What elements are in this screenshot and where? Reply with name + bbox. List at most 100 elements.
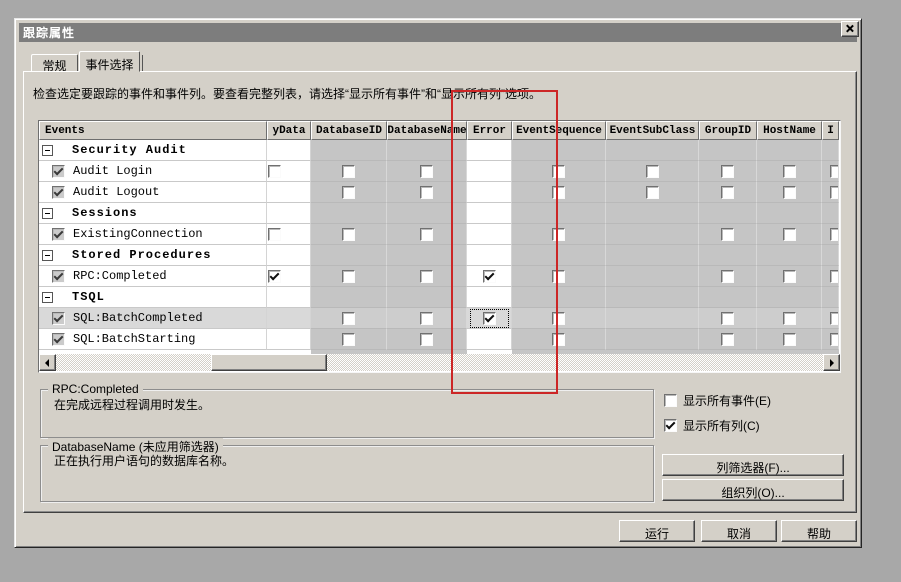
cancel-button[interactable]: 取消 <box>701 520 777 542</box>
event-enabled-checkbox[interactable] <box>52 333 65 346</box>
iCol-checkbox[interactable] <box>830 312 839 325</box>
databaseID-checkbox[interactable] <box>342 270 355 283</box>
cancel-button-label: 取消 <box>727 527 751 541</box>
close-icon <box>846 25 853 32</box>
event-row[interactable]: ExistingConnection <box>39 224 840 245</box>
collapse-minus-icon[interactable] <box>42 250 53 261</box>
collapse-minus-icon[interactable] <box>42 292 53 303</box>
iCol-checkbox[interactable] <box>830 270 839 283</box>
event-row[interactable]: SQL:BatchCompleted <box>39 308 840 329</box>
cell-error <box>467 161 512 182</box>
groupID-checkbox[interactable] <box>721 165 734 178</box>
eventSequence-checkbox[interactable] <box>552 165 565 178</box>
show-all-columns-checkbox[interactable] <box>664 419 677 432</box>
cell-events: RPC:Completed <box>39 266 267 287</box>
category-label: Stored Procedures <box>72 248 211 262</box>
eventSequence-checkbox[interactable] <box>552 228 565 241</box>
tab-events-selection[interactable]: 事件选择 <box>79 51 140 72</box>
eventSequence-checkbox[interactable] <box>552 312 565 325</box>
cell-eventSubClass <box>606 203 699 224</box>
databaseID-checkbox[interactable] <box>342 186 355 199</box>
groupID-checkbox[interactable] <box>721 186 734 199</box>
yData-checkbox[interactable] <box>268 228 281 241</box>
error-checkbox[interactable] <box>483 270 496 283</box>
error-checkbox[interactable] <box>483 312 496 325</box>
event-enabled-checkbox[interactable] <box>52 228 65 241</box>
cell-events: Stored Procedures <box>39 245 267 266</box>
show-all-columns-option[interactable]: 显示所有列(C) <box>664 417 760 434</box>
event-enabled-checkbox[interactable] <box>52 270 65 283</box>
hostName-checkbox[interactable] <box>783 165 796 178</box>
events-grid: EventsyDataDatabaseIDDatabaseNameErrorEv… <box>38 120 841 373</box>
iCol-checkbox[interactable] <box>830 228 839 241</box>
iCol-checkbox[interactable] <box>830 333 839 346</box>
category-row[interactable]: Security Audit <box>39 140 840 161</box>
databaseName-checkbox[interactable] <box>420 165 433 178</box>
event-enabled-checkbox[interactable] <box>52 312 65 325</box>
event-row[interactable]: Audit Login <box>39 161 840 182</box>
show-all-events-option[interactable]: 显示所有事件(E) <box>664 392 771 409</box>
category-row[interactable]: TSQL <box>39 287 840 308</box>
databaseID-checkbox[interactable] <box>342 165 355 178</box>
groupID-checkbox[interactable] <box>721 333 734 346</box>
hostName-checkbox[interactable] <box>783 186 796 199</box>
event-enabled-checkbox[interactable] <box>52 165 65 178</box>
column-filters-button[interactable]: 列筛选器(F)... <box>662 454 844 476</box>
category-row[interactable]: Stored Procedures <box>39 245 840 266</box>
hostName-checkbox[interactable] <box>783 270 796 283</box>
databaseName-checkbox[interactable] <box>420 270 433 283</box>
iCol-checkbox[interactable] <box>830 186 839 199</box>
event-description-text: 在完成远程过程调用时发生。 <box>54 396 645 413</box>
groupID-checkbox[interactable] <box>721 270 734 283</box>
eventSequence-checkbox[interactable] <box>552 333 565 346</box>
yData-checkbox[interactable] <box>268 165 281 178</box>
databaseName-checkbox[interactable] <box>420 333 433 346</box>
hostName-checkbox[interactable] <box>783 312 796 325</box>
cell-events: ExistingConnection <box>39 224 267 245</box>
cell-yData <box>267 224 311 245</box>
hostName-checkbox[interactable] <box>783 333 796 346</box>
eventSubClass-checkbox[interactable] <box>646 186 659 199</box>
databaseID-checkbox[interactable] <box>342 312 355 325</box>
titlebar[interactable]: 跟踪属性 <box>19 23 857 42</box>
collapse-minus-icon[interactable] <box>42 145 53 156</box>
databaseID-checkbox[interactable] <box>342 228 355 241</box>
iCol-checkbox[interactable] <box>830 165 839 178</box>
scrollbar-thumb[interactable] <box>211 354 327 371</box>
scroll-right-button[interactable] <box>823 354 840 371</box>
horizontal-scrollbar[interactable] <box>39 354 840 371</box>
column-header-events: Events <box>39 121 267 140</box>
run-button-label: 运行 <box>645 527 669 541</box>
yData-checkbox[interactable] <box>268 270 281 283</box>
databaseName-checkbox[interactable] <box>420 186 433 199</box>
event-enabled-checkbox[interactable] <box>52 186 65 199</box>
event-row[interactable]: RPC:Completed <box>39 266 840 287</box>
groupID-checkbox[interactable] <box>721 312 734 325</box>
cell-iCol <box>822 329 839 350</box>
category-row[interactable]: Sessions <box>39 203 840 224</box>
eventSequence-checkbox[interactable] <box>552 186 565 199</box>
event-row[interactable]: SQL:BatchStarting <box>39 329 840 350</box>
hostName-checkbox[interactable] <box>783 228 796 241</box>
cell-error <box>467 308 512 329</box>
help-button[interactable]: 帮助 <box>781 520 857 542</box>
eventSubClass-checkbox[interactable] <box>646 165 659 178</box>
organize-columns-button[interactable]: 组织列(O)... <box>662 479 844 501</box>
databaseName-checkbox[interactable] <box>420 228 433 241</box>
cell-events: SQL:BatchStarting <box>39 329 267 350</box>
grid-body: Security AuditAudit LoginAudit LogoutSes… <box>39 140 840 350</box>
databaseID-checkbox[interactable] <box>342 333 355 346</box>
column-description-text: 正在执行用户语句的数据库名称。 <box>54 452 645 469</box>
tab-general[interactable]: 常规 <box>31 54 78 72</box>
run-button[interactable]: 运行 <box>619 520 695 542</box>
event-row[interactable]: Audit Logout <box>39 182 840 203</box>
focused-cell[interactable] <box>470 309 509 328</box>
eventSequence-checkbox[interactable] <box>552 270 565 283</box>
cell-databaseID <box>311 308 387 329</box>
close-button[interactable] <box>841 21 859 37</box>
groupID-checkbox[interactable] <box>721 228 734 241</box>
scroll-left-button[interactable] <box>39 354 56 371</box>
databaseName-checkbox[interactable] <box>420 312 433 325</box>
show-all-events-checkbox[interactable] <box>664 394 677 407</box>
collapse-minus-icon[interactable] <box>42 208 53 219</box>
